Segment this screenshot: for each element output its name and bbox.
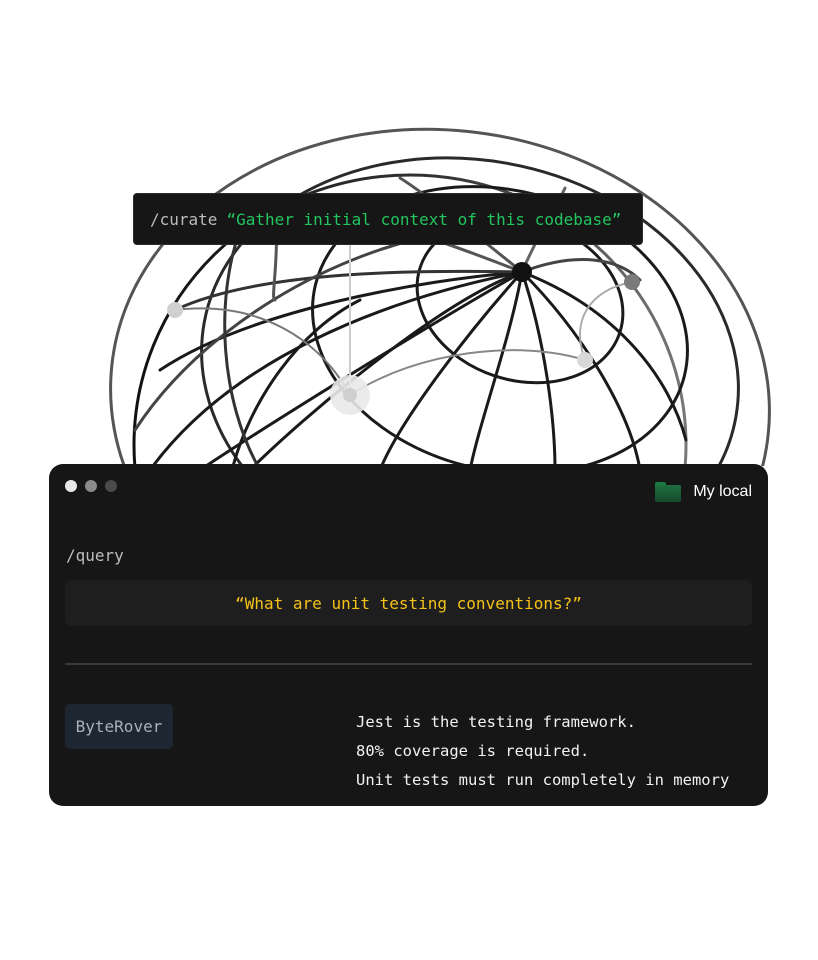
globe-meridian bbox=[520, 258, 642, 282]
location-label: My local bbox=[693, 483, 752, 500]
node-dot bbox=[343, 388, 357, 402]
window-dot-minimize[interactable] bbox=[85, 480, 97, 492]
curate-command-box: /curate “Gather initial context of this … bbox=[133, 193, 643, 245]
agent-badge: ByteRover bbox=[65, 704, 173, 749]
globe-pole bbox=[512, 262, 532, 282]
location-indicator[interactable]: My local bbox=[655, 482, 752, 502]
response-line: Unit tests must run completely in memory bbox=[356, 771, 730, 789]
node-dot bbox=[577, 352, 593, 368]
query-command: /query bbox=[66, 546, 124, 565]
response-line: Jest is the testing framework. bbox=[356, 713, 636, 731]
query-input-box[interactable]: “What are unit testing conventions?” bbox=[65, 580, 752, 626]
response-line: 80% coverage is required. bbox=[356, 742, 590, 760]
query-text: “What are unit testing conventions?” bbox=[235, 593, 582, 613]
response-text: Jest is the testing framework. 80% cover… bbox=[356, 708, 729, 795]
divider bbox=[65, 663, 752, 665]
window-controls bbox=[65, 480, 117, 492]
curate-prompt-text: “Gather initial context of this codebase… bbox=[226, 209, 622, 229]
window-dot-close[interactable] bbox=[65, 480, 77, 492]
globe-meridian bbox=[133, 228, 462, 432]
node-dot bbox=[624, 274, 640, 290]
curate-command: /curate bbox=[150, 209, 218, 229]
window-dot-maximize[interactable] bbox=[105, 480, 117, 492]
folder-icon bbox=[655, 482, 682, 502]
terminal-window: My local /query “What are unit testing c… bbox=[49, 464, 768, 806]
node-dot bbox=[167, 302, 183, 318]
